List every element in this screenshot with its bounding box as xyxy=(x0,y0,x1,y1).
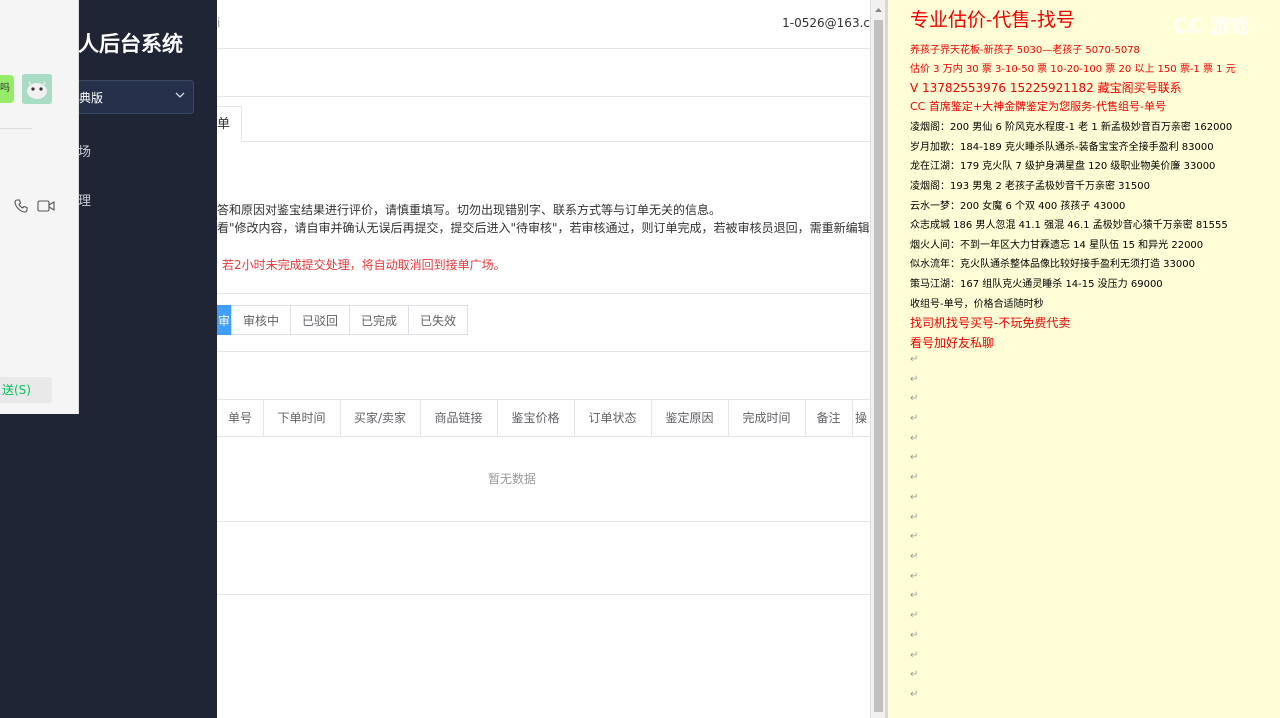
column-header-order-no: 单号 xyxy=(217,400,264,436)
paragraph-mark: ↵ xyxy=(910,472,919,483)
document-pane: 专业估价-代售-找号 CC 游戏 养孩子界天花板-新孩子 5030—老孩子 50… xyxy=(888,0,1280,718)
column-header-status: 订单状态 xyxy=(574,400,652,436)
watermark: CC 游戏 xyxy=(1173,14,1250,38)
column-header-product-link: 商品链接 xyxy=(420,400,498,436)
document-heading: 专业估价-代售-找号 xyxy=(910,9,1075,31)
document-line: 龙在江湖：179 克火队 7 级护身满星盘 120 级职业物美价廉 33000 xyxy=(910,161,1216,172)
empty-state: 暂无数据 xyxy=(488,472,537,486)
divider xyxy=(0,128,32,129)
version-select-label: 典版 xyxy=(79,91,104,105)
avatar[interactable] xyxy=(22,74,52,104)
scrollbar-thumb[interactable] xyxy=(874,20,883,712)
paragraph-mark: ↵ xyxy=(910,452,919,463)
paragraph-mark: ↵ xyxy=(910,492,919,503)
paragraph-mark: ↵ xyxy=(910,393,919,404)
divider xyxy=(217,96,870,97)
column-header-buyer-seller: 买家/卖家 xyxy=(340,400,421,436)
column-header-remark: 备注 xyxy=(805,400,853,436)
document-line: 找司机找号买号-不玩免费代卖 xyxy=(910,316,1071,330)
document-line: 收组号-单号，价格合适随时秒 xyxy=(910,299,1044,310)
paragraph-mark: ↵ xyxy=(910,354,919,365)
user-email[interactable]: 1-0526@163.c xyxy=(782,16,870,30)
notice-line-2: 看"修改内容，请自审并确认无误后再提交，提交后进入"待审核"，若审核通过，则订单… xyxy=(217,221,870,235)
paragraph-mark: ↵ xyxy=(910,630,919,641)
main-content xyxy=(217,0,870,718)
paragraph-mark: ↵ xyxy=(910,669,919,680)
paragraph-mark: ↵ xyxy=(910,650,919,661)
column-header-reason: 鉴定原因 xyxy=(651,400,729,436)
document-line: 似水流年：克火队通杀整体品像比较好接手盈利无须打造 33000 xyxy=(910,259,1195,270)
filter-pending[interactable]: 审 xyxy=(217,305,231,335)
column-header-price: 鉴宝价格 xyxy=(497,400,575,436)
paragraph-mark: ↵ xyxy=(910,610,919,621)
paragraph-mark: ↵ xyxy=(910,571,919,582)
notice-warning: 若2小时未完成提交处理，将自动取消回到接单广场。 xyxy=(222,258,506,272)
sidebar-item-square[interactable]: 场 xyxy=(78,141,91,160)
document-line: 云水一梦：200 女魔 6 个双 400 孩孩子 43000 xyxy=(910,201,1126,212)
column-header-order-time: 下单时间 xyxy=(263,400,341,436)
sidebar-item-manage[interactable]: 理 xyxy=(78,190,91,209)
document-line: 看号加好友私聊 xyxy=(910,336,995,350)
document-line: 估价 3 万内 30 票 3-10-50 票 10-20-100 票 20 以上… xyxy=(910,64,1236,75)
divider xyxy=(217,293,870,294)
filter-expired[interactable]: 已失效 xyxy=(408,305,468,335)
topbar-fragment: i xyxy=(217,16,221,30)
document-line: V 13782553976 15225921182 藏宝阁买号联系 xyxy=(910,81,1182,95)
filter-rejected[interactable]: 已驳回 xyxy=(290,305,350,335)
column-header-action: 操 xyxy=(854,411,867,425)
paragraph-mark: ↵ xyxy=(910,374,919,385)
document-line: 岁月加歌：184-189 克火睡杀队通杀-装备宝宝齐全接手盈利 83000 xyxy=(910,142,1214,153)
column-header-finish-time: 完成时间 xyxy=(728,400,806,436)
document-line: 凌烟阁：200 男仙 6 阶风克水程度-1 老 1 新孟极妙音百万亲密 1620… xyxy=(910,122,1233,133)
scrollbar[interactable] xyxy=(870,0,886,718)
top-bar: i 1-0526@163.c xyxy=(217,0,870,49)
chevron-down-icon xyxy=(175,92,185,98)
filter-completed[interactable]: 已完成 xyxy=(349,305,409,335)
paragraph-mark: ↵ xyxy=(910,590,919,601)
system-title: 人后台系统 xyxy=(78,32,183,56)
document-line: 养孩子界天花板-新孩子 5030—老孩子 5070-5078 xyxy=(910,45,1140,56)
paragraph-mark: ↵ xyxy=(910,512,919,523)
notice-line-1: 答和原因对鉴宝结果进行评价，请慎重填写。切勿出现错别字、联系方式等与订单无关的信… xyxy=(217,203,722,217)
filter-reviewing[interactable]: 审核中 xyxy=(231,305,291,335)
document-line: CC 首席鉴定+大神金牌鉴定为您服务-代售组号-单号 xyxy=(910,100,1167,113)
scroll-up-icon[interactable] xyxy=(871,3,886,17)
divider xyxy=(217,351,870,352)
tab-order[interactable]: 单 xyxy=(217,106,242,142)
divider xyxy=(217,594,870,595)
divider xyxy=(217,141,870,142)
chat-message-bubble: 吗 xyxy=(0,75,14,103)
video-call-icon[interactable] xyxy=(37,199,55,213)
paragraph-mark: ↵ xyxy=(910,531,919,542)
document-line: 烟火人间：不到一年区大力甘霖遗忘 14 星队伍 15 和异光 22000 xyxy=(910,240,1204,251)
avatar-image-icon xyxy=(22,74,52,104)
chat-panel: 吗 送(S) xyxy=(0,0,79,414)
send-button[interactable]: 送(S) xyxy=(0,377,52,403)
document-line: 凌烟阁：193 男鬼 2 老孩子孟极妙音千万亲密 31500 xyxy=(910,181,1150,192)
document-line: 策马江湖：167 组队克火通灵睡杀 14-15 没压力 69000 xyxy=(910,279,1163,290)
document-line: 众志成城 186 男人忽混 41.1 强混 46.1 孟极妙音心猿千万亲密 81… xyxy=(910,220,1228,231)
version-select[interactable]: 典版 xyxy=(64,80,194,114)
paragraph-mark: ↵ xyxy=(910,433,919,444)
divider xyxy=(217,521,870,522)
table-header: 单号 下单时间 买家/卖家 商品链接 鉴宝价格 订单状态 鉴定原因 完成时间 备… xyxy=(217,399,870,437)
phone-icon[interactable] xyxy=(13,198,29,214)
paragraph-mark: ↵ xyxy=(910,551,919,562)
paragraph-mark: ↵ xyxy=(910,413,919,424)
paragraph-mark: ↵ xyxy=(910,689,919,700)
